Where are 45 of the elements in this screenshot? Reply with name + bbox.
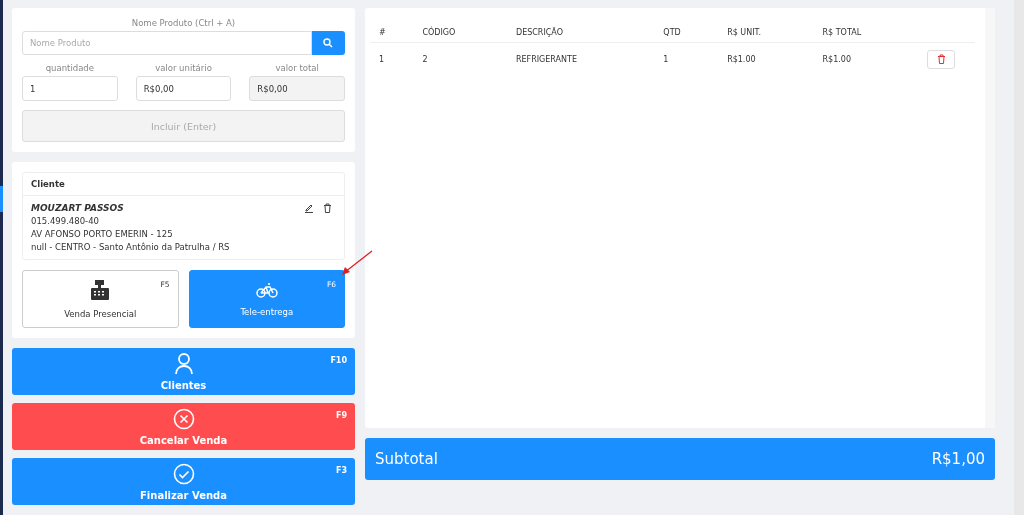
sidebar-indicator bbox=[0, 186, 3, 212]
client-detail: AV AFONSO PORTO EMERIN - 125 bbox=[31, 229, 173, 239]
shortcut-key: F9 bbox=[335, 411, 347, 420]
table-cell: 2 bbox=[414, 42, 508, 75]
field-label: quantidade bbox=[44, 63, 95, 73]
product-name-field[interactable]: Nome Produto bbox=[22, 31, 312, 55]
field-label: valor total bbox=[274, 63, 320, 73]
client-detail: null - CENTRO - Santo Antônio da Patrulha / RS bbox=[31, 242, 230, 252]
check-circle-icon bbox=[172, 462, 195, 485]
column-header: # bbox=[371, 22, 415, 43]
search-button[interactable] bbox=[311, 31, 345, 55]
trash-icon bbox=[936, 54, 946, 64]
value-field[interactable]: R$0,00 bbox=[135, 76, 232, 101]
column-header: CÓDIGO bbox=[414, 22, 508, 43]
delete-button[interactable] bbox=[927, 49, 955, 69]
subtotal-value: R$1,00 bbox=[931, 450, 985, 468]
table-cell: REFRIGERANTE bbox=[508, 42, 656, 75]
table-cell: R$1.00 bbox=[814, 42, 919, 75]
column-header: QTD bbox=[655, 22, 720, 43]
column-header: R$ UNIT. bbox=[719, 22, 815, 43]
value-field[interactable]: 1 bbox=[22, 76, 118, 101]
client-name: MOUZART PASSOS bbox=[31, 203, 124, 213]
table-cell: R$1.00 bbox=[719, 42, 815, 75]
field-label: valor unitário bbox=[154, 63, 213, 73]
shortcut-key: F10 bbox=[330, 356, 347, 365]
close-circle-icon bbox=[172, 407, 195, 430]
panel-header: Cliente bbox=[23, 173, 344, 196]
shortcut-key: F3 bbox=[335, 466, 347, 475]
subtotal-label: Subtotal bbox=[375, 450, 438, 468]
field-label: Nome Produto (Ctrl + A) bbox=[130, 18, 237, 28]
bicycle-icon bbox=[255, 281, 278, 299]
action-button[interactable]: Cancelar Venda F9 bbox=[12, 403, 355, 450]
annotation-arrow bbox=[341, 250, 374, 276]
column-header: DESCRIÇÃO bbox=[508, 22, 656, 43]
table-cell: 1 bbox=[371, 42, 415, 75]
action-button[interactable]: Finalizar Venda F3 bbox=[12, 458, 355, 505]
cash-register-icon bbox=[89, 279, 112, 301]
search-icon bbox=[323, 38, 334, 48]
user-icon bbox=[173, 352, 194, 375]
action-button[interactable]: Clientes F10 bbox=[12, 348, 355, 395]
delete-icon[interactable] bbox=[323, 203, 332, 213]
table-cell: 1 bbox=[655, 42, 720, 75]
client-detail: 015.499.480-40 bbox=[31, 216, 99, 226]
edit-icon[interactable] bbox=[304, 203, 314, 213]
column-header: R$ TOTAL bbox=[814, 22, 919, 43]
